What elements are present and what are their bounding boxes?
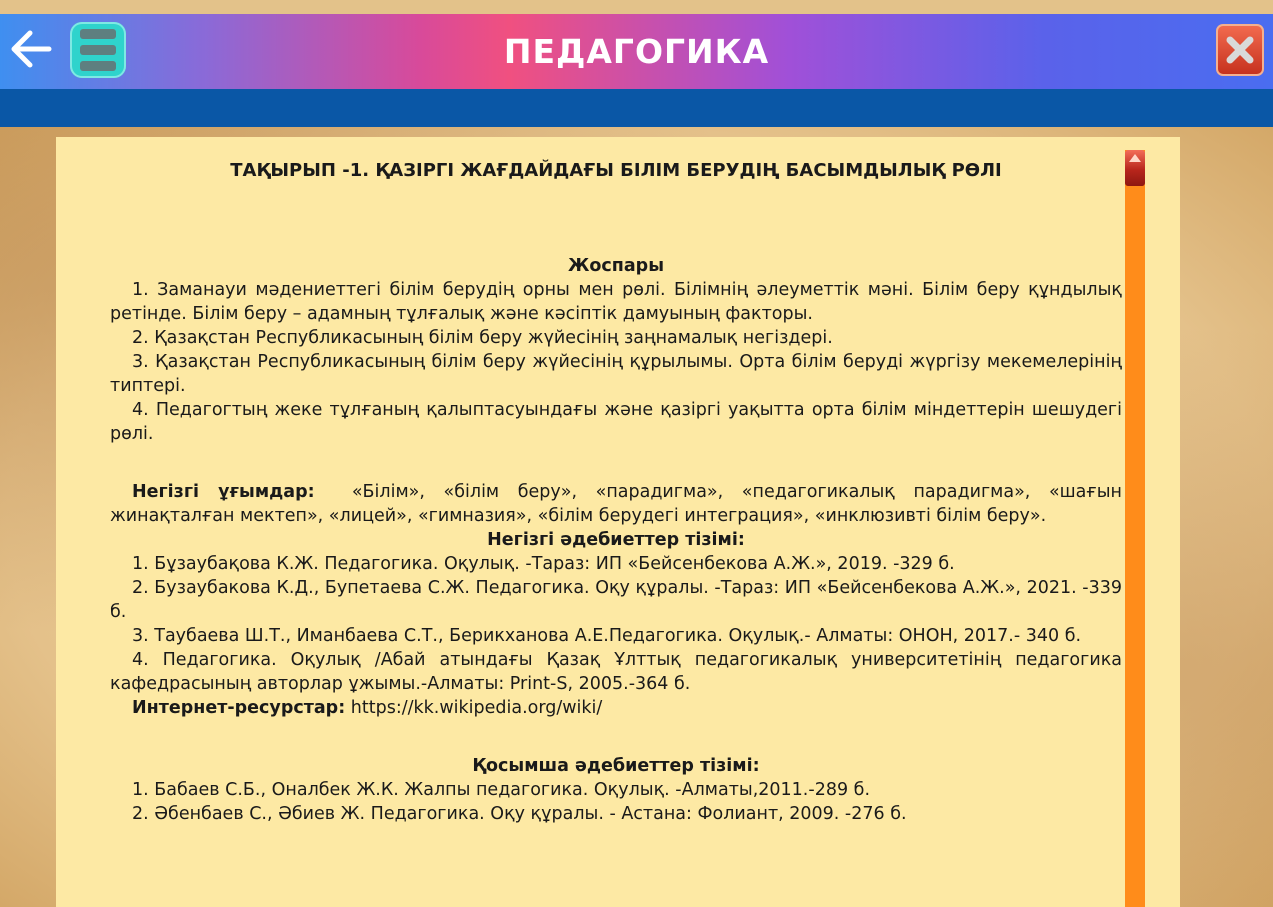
sub-toolbar xyxy=(0,89,1273,127)
header-bar: ПЕДАГОГИКА xyxy=(0,14,1273,89)
literature-item: 1. Бұзаубақова К.Ж. Педагогика. Оқулық. … xyxy=(132,554,955,574)
literature-item: 1. Бабаев С.Б., Оналбек Ж.К. Жалпы педаг… xyxy=(132,780,871,800)
close-button[interactable] xyxy=(1216,24,1264,76)
plan-item: 1. Заманауи мәдениеттегі білім берудің о… xyxy=(110,280,1122,324)
internet-label: Интернет-ресурстар: xyxy=(132,698,346,718)
extra-literature-heading: Қосымша әдебиеттер тізімі: xyxy=(472,756,760,776)
arrow-up-icon xyxy=(1129,154,1141,162)
concepts-label: Негізгі ұғымдар: xyxy=(132,482,315,502)
menu-button[interactable] xyxy=(70,22,126,78)
literature-item: 2. Әбенбаев С., Әбиев Ж. Педагогика. Оқу… xyxy=(132,804,907,824)
literature-item: 2. Бузаубакова К.Д., Бупетаева С.Ж. Педа… xyxy=(110,578,1122,622)
hamburger-bar xyxy=(80,61,116,71)
scrollbar[interactable] xyxy=(1125,150,1145,907)
literature-item: 3. Таубаева Ш.Т., Иманбаева С.Т., Берикх… xyxy=(132,626,1082,646)
document-panel: ТАҚЫРЫП -1. ҚАЗІРГІ ЖАҒДАЙДАҒЫ БІЛІМ БЕР… xyxy=(56,137,1180,907)
plan-item: 4. Педагогтың жеке тұлғаның қалыптасуынд… xyxy=(110,400,1122,444)
hamburger-bar xyxy=(80,45,116,55)
plan-heading: Жоспары xyxy=(567,256,665,276)
main-literature-heading: Негізгі әдебиеттер тізімі: xyxy=(487,530,745,550)
plan-item: 2. Қазақстан Республикасының білім беру … xyxy=(132,328,833,348)
arrow-left-icon xyxy=(11,30,52,68)
internet-link[interactable]: https://kk.wikipedia.org/wiki/ xyxy=(351,698,603,718)
literature-item: 4. Педагогика. Оқулық /Абай атындағы Қаз… xyxy=(110,650,1122,694)
close-x-icon xyxy=(1226,36,1254,64)
hamburger-menu-icon xyxy=(80,29,116,39)
document-content: ТАҚЫРЫП -1. ҚАЗІРГІ ЖАҒДАЙДАҒЫ БІЛІМ БЕР… xyxy=(110,137,1122,826)
document-title: ТАҚЫРЫП -1. ҚАЗІРГІ ЖАҒДАЙДАҒЫ БІЛІМ БЕР… xyxy=(230,160,1002,181)
scrollbar-thumb[interactable] xyxy=(1125,150,1145,186)
page-title: ПЕДАГОГИКА xyxy=(503,32,770,71)
plan-item: 3. Қазақстан Республикасының білім беру … xyxy=(110,352,1122,396)
back-button[interactable] xyxy=(8,26,54,72)
concepts-paragraph: Негізгі ұғымдар: «Білім», «білім беру», … xyxy=(110,480,1122,528)
internet-resources: Интернет-ресурстар: https://kk.wikipedia… xyxy=(110,696,1122,720)
